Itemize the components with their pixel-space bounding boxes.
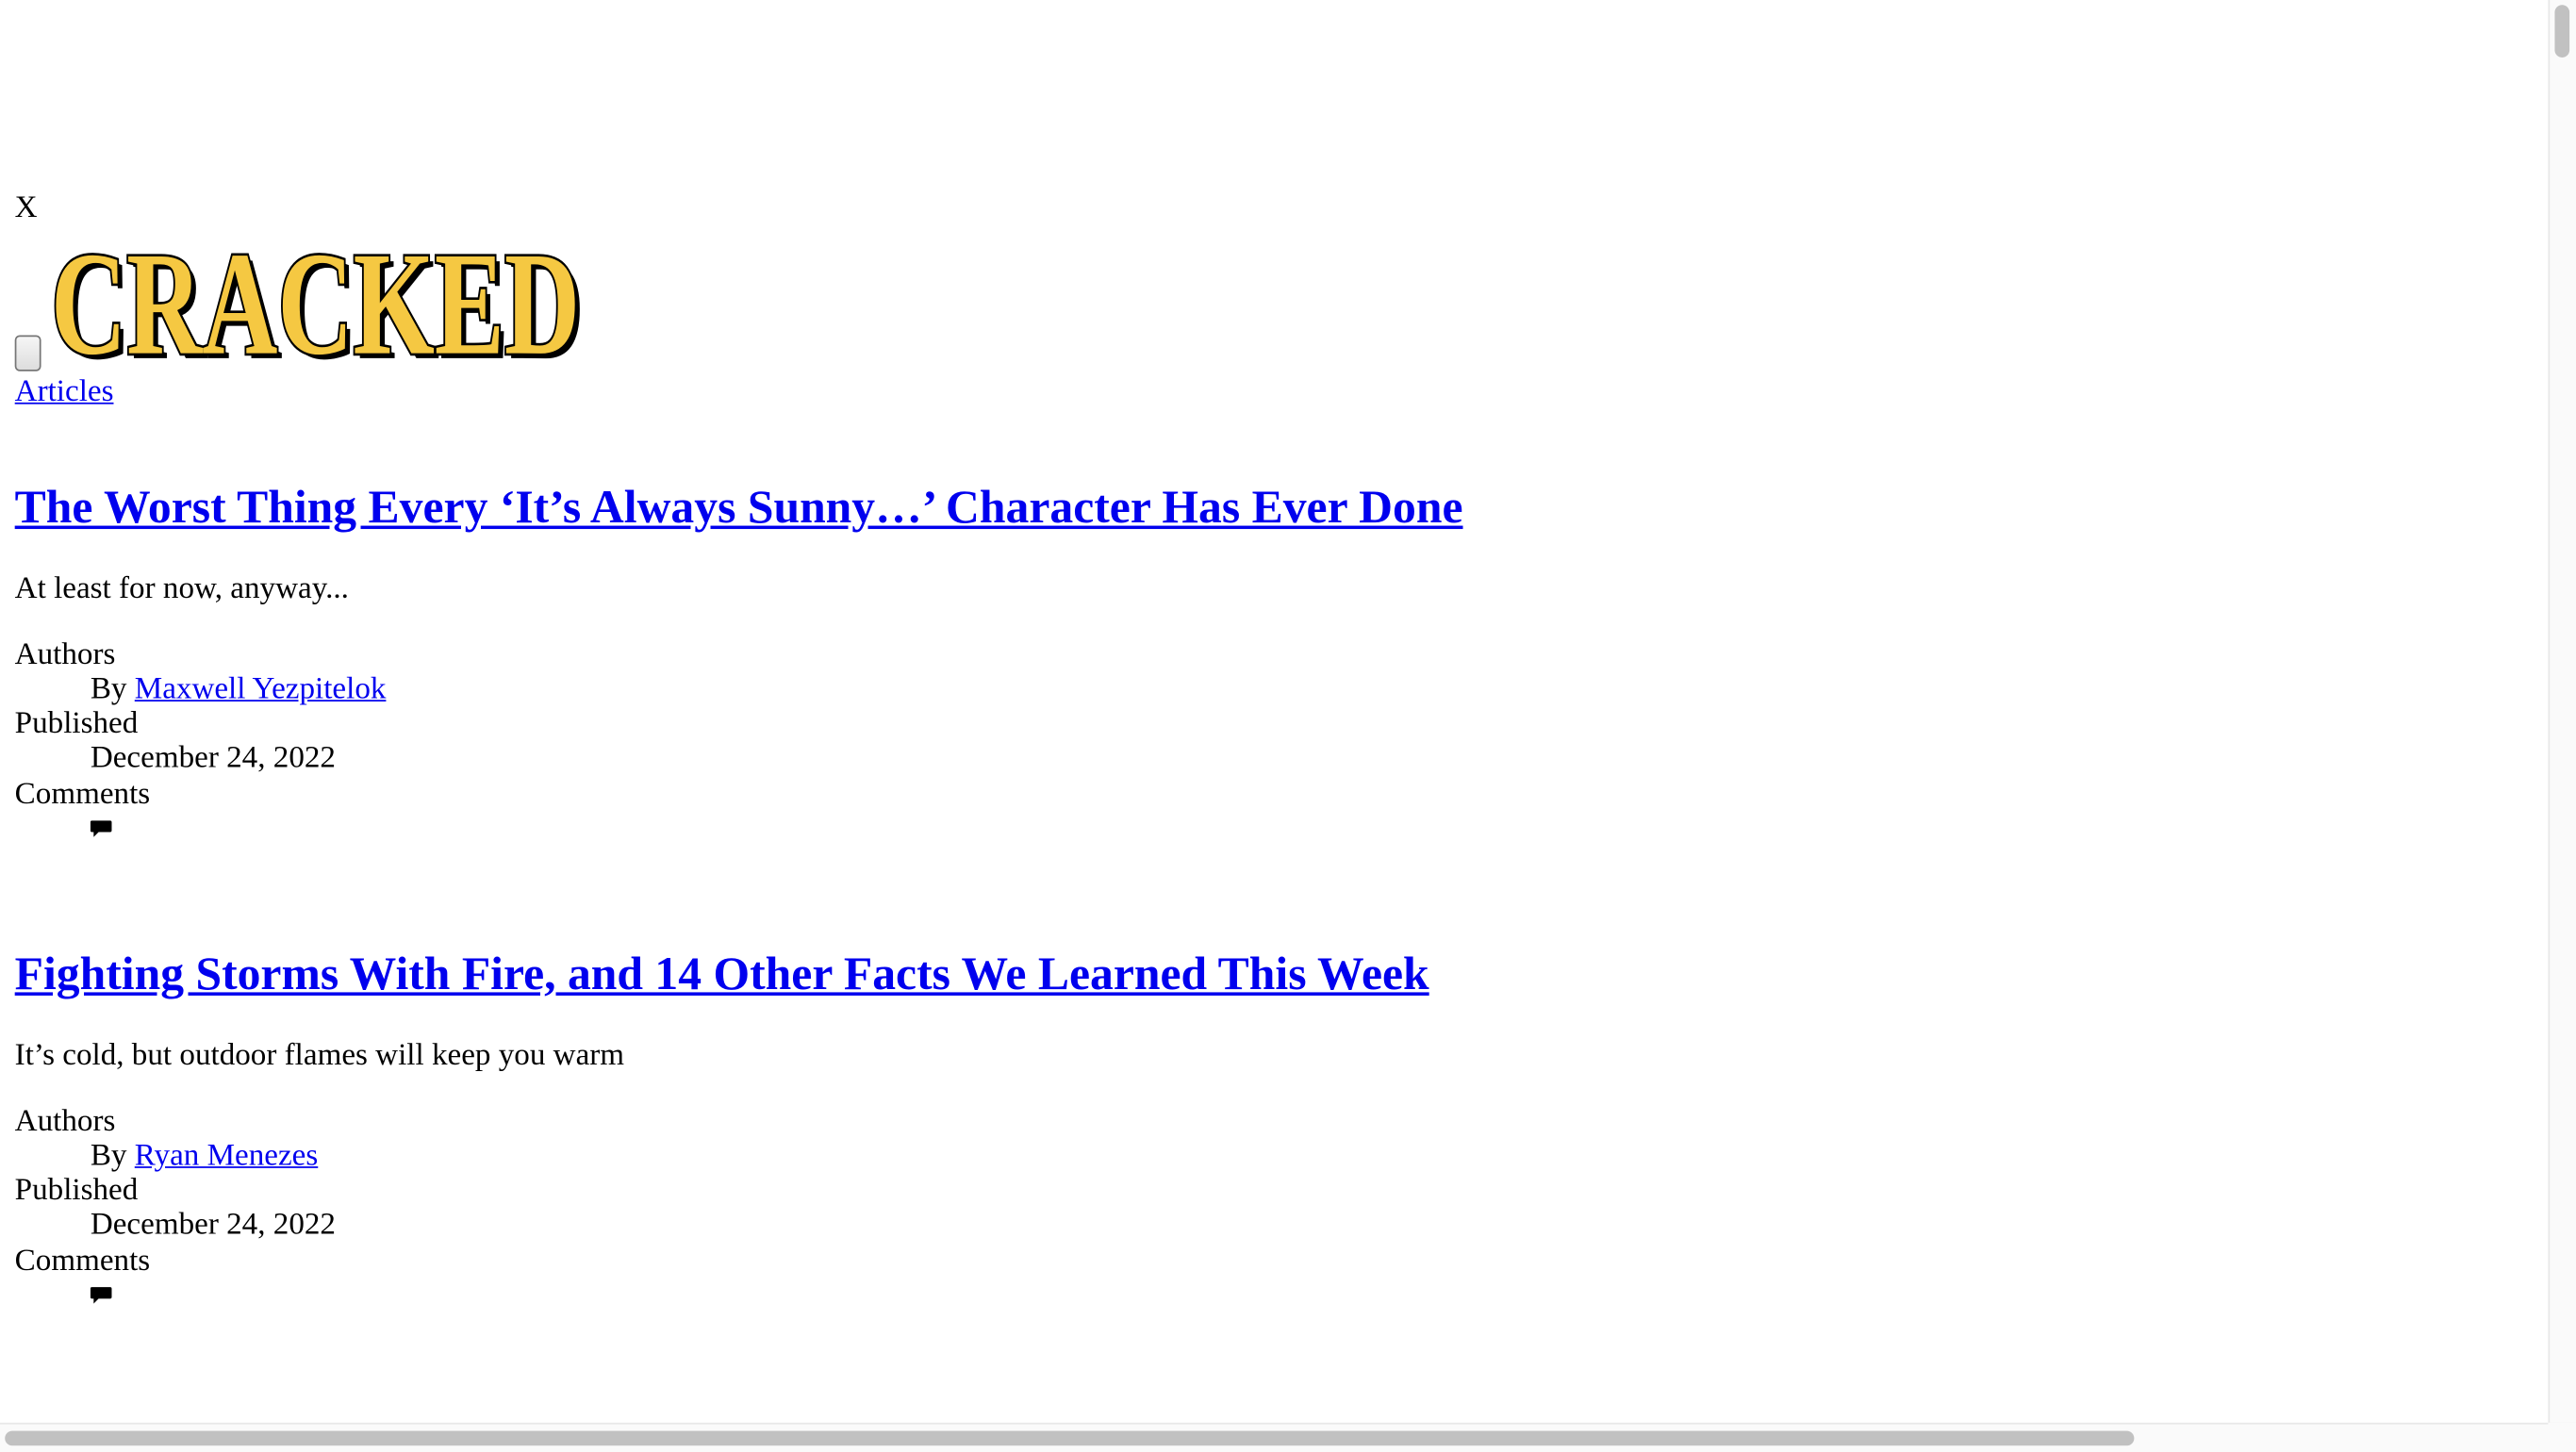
close-button[interactable]: X <box>15 190 38 226</box>
comment-bubble-icon[interactable] <box>90 1286 112 1304</box>
comment-bubble-icon[interactable] <box>90 819 112 837</box>
published-date: December 24, 2022 <box>90 1207 336 1243</box>
horizontal-scrollbar-thumb[interactable] <box>5 1430 2135 1446</box>
cracked-logo[interactable]: CRACKED CRACKED <box>51 223 590 368</box>
comments-label: Comments <box>14 777 151 812</box>
horizontal-scrollbar[interactable] <box>0 1422 2576 1452</box>
page-content: X CRACKED CRACKED Articles The Worst Thi… <box>0 0 2547 1423</box>
scrollbar-corner <box>2548 1422 2576 1452</box>
published-date: December 24, 2022 <box>90 740 336 776</box>
author-byline: By Maxwell Yezpitelok <box>91 672 387 708</box>
authors-label: Authors <box>14 1103 116 1139</box>
article-subtitle: It’s cold, but outdoor flames will keep … <box>14 1038 625 1073</box>
article-title-link[interactable]: The Worst Thing Every ‘It’s Always Sunny… <box>15 483 1463 534</box>
article-card: The Worst Thing Every ‘It’s Always Sunny… <box>15 482 2480 837</box>
author-link[interactable]: Maxwell Yezpitelok <box>135 672 387 707</box>
browser-viewport: X CRACKED CRACKED Articles The Worst Thi… <box>0 0 2576 1452</box>
article-subtitle: At least for now, anyway... <box>14 571 349 606</box>
article-title: The Worst Thing Every ‘It’s Always Sunny… <box>15 482 2480 537</box>
menu-button[interactable] <box>14 335 41 371</box>
nav-articles-link[interactable]: Articles <box>15 374 114 410</box>
vertical-scrollbar[interactable] <box>2548 0 2576 1423</box>
article-card: Fighting Storms With Fire, and 14 Other … <box>15 948 2480 1304</box>
author-byline: By Ryan Menezes <box>91 1138 318 1174</box>
comments-label: Comments <box>14 1243 151 1279</box>
svg-text:CRACKED: CRACKED <box>51 223 580 368</box>
vertical-scrollbar-thumb[interactable] <box>2554 5 2570 58</box>
article-title: Fighting Storms With Fire, and 14 Other … <box>15 948 2480 1003</box>
published-label: Published <box>14 706 139 741</box>
authors-label: Authors <box>14 637 116 672</box>
author-link[interactable]: Ryan Menezes <box>135 1138 318 1173</box>
article-title-link[interactable]: Fighting Storms With Fire, and 14 Other … <box>15 949 1429 1000</box>
published-label: Published <box>14 1173 139 1208</box>
by-prefix: By <box>90 1138 127 1174</box>
by-prefix: By <box>90 671 127 707</box>
